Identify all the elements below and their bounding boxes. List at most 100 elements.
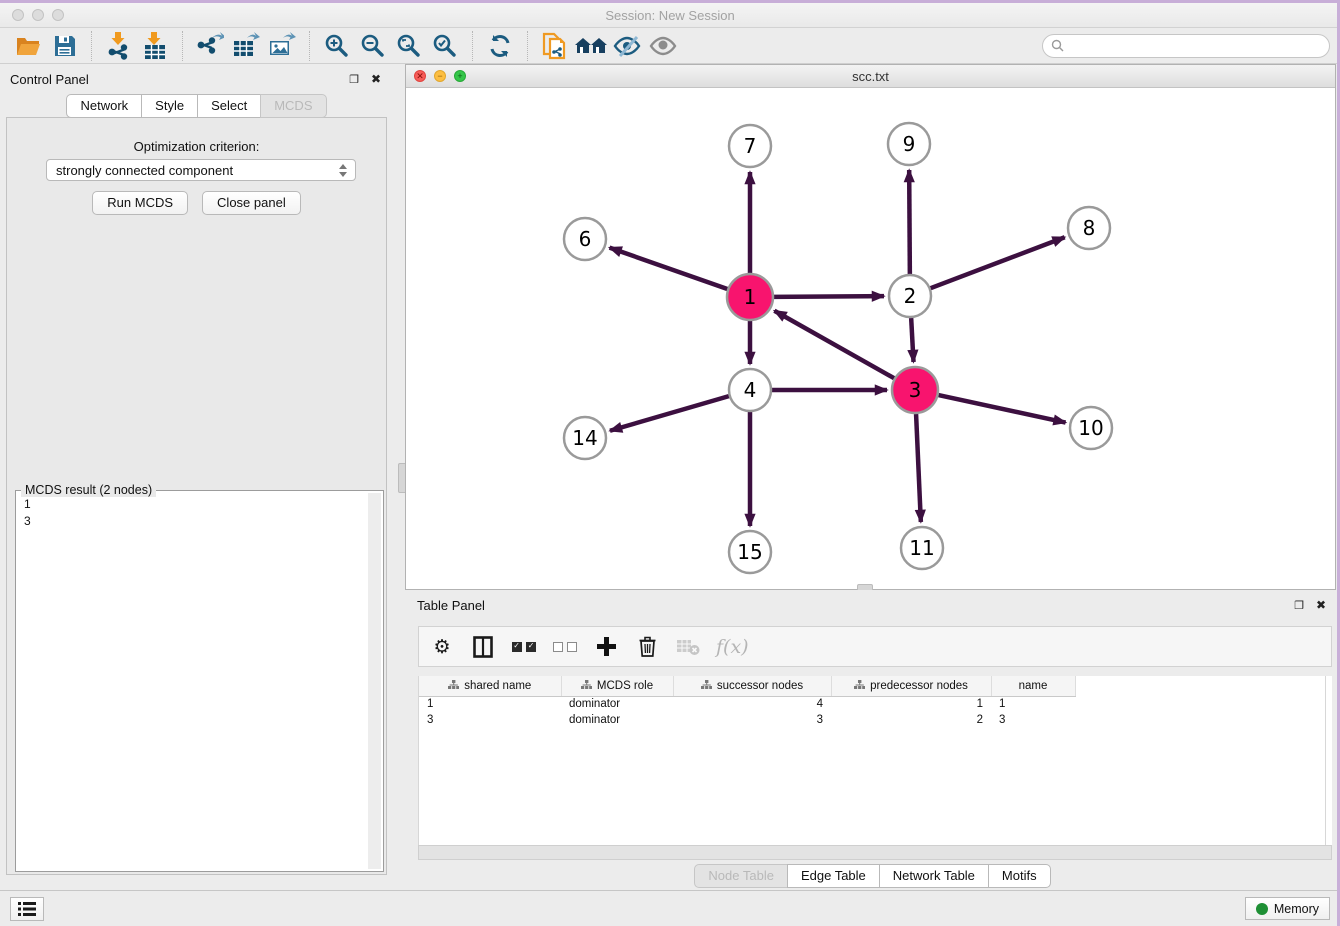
export-table-icon[interactable] xyxy=(228,30,264,62)
close-table-panel-icon[interactable]: ✖ xyxy=(1314,598,1328,612)
column-header-shared-name[interactable]: shared name xyxy=(419,676,561,696)
column-header-successor-nodes[interactable]: successor nodes xyxy=(673,676,831,696)
export-image-icon[interactable] xyxy=(264,30,300,62)
network-view-window: ✕ − + scc.txt 7 9 6 8 1 2 4 3 14 10 15 11 xyxy=(405,64,1336,590)
window-titlebar: Session: New Session xyxy=(0,3,1340,28)
zoom-fit-icon[interactable] xyxy=(391,30,427,62)
graph-node-9[interactable]: 9 xyxy=(888,123,930,165)
tab-motifs[interactable]: Motifs xyxy=(988,864,1051,888)
column-header-label: MCDS role xyxy=(597,680,653,692)
network-canvas[interactable]: 7 9 6 8 1 2 4 3 14 10 15 11 xyxy=(406,88,1335,589)
zoom-out-icon[interactable] xyxy=(355,30,391,62)
open-session-icon[interactable] xyxy=(10,30,46,62)
tab-mcds[interactable]: MCDS xyxy=(260,94,326,118)
delete-table-icon[interactable] xyxy=(675,632,701,662)
tab-style[interactable]: Style xyxy=(141,94,198,118)
table-cell: dominator xyxy=(561,712,673,728)
table-cell: 2 xyxy=(831,712,991,728)
network-graph[interactable]: 7 9 6 8 1 2 4 3 14 10 15 11 xyxy=(406,88,1335,589)
network-home-icon[interactable] xyxy=(573,30,609,62)
graph-node-label: 11 xyxy=(909,536,934,560)
mcds-result-line: 1 xyxy=(24,496,365,513)
status-bar: Memory xyxy=(0,890,1340,926)
graph-edge-2-8[interactable] xyxy=(931,237,1065,288)
run-mcds-button[interactable]: Run MCDS xyxy=(92,191,188,215)
result-scrollbar[interactable] xyxy=(368,493,381,869)
deselect-all-rows-icon[interactable] xyxy=(552,632,578,662)
graph-edge-2-9[interactable] xyxy=(909,170,910,274)
close-panel-button[interactable]: Close panel xyxy=(202,191,301,215)
float-table-panel-icon[interactable]: ❐ xyxy=(1292,599,1306,612)
tab-network[interactable]: Network xyxy=(66,94,142,118)
column-type-icon xyxy=(581,680,592,690)
graph-node-1[interactable]: 1 xyxy=(727,274,773,320)
table-cell: 1 xyxy=(419,696,561,712)
table-settings-icon[interactable]: ⚙ xyxy=(429,632,455,662)
control-panel: Control Panel ❐ ✖ NetworkStyleSelectMCDS… xyxy=(0,64,393,882)
save-session-icon[interactable] xyxy=(46,30,82,62)
tab-select[interactable]: Select xyxy=(197,94,261,118)
column-header-name[interactable]: name xyxy=(991,676,1075,696)
clone-network-icon[interactable] xyxy=(537,30,573,62)
column-selector-icon[interactable] xyxy=(470,632,496,662)
optimization-criterion-select[interactable]: strongly connected component xyxy=(46,159,356,181)
tab-edge-table[interactable]: Edge Table xyxy=(787,864,880,888)
graph-node-14[interactable]: 14 xyxy=(564,417,606,459)
float-panel-icon[interactable]: ❐ xyxy=(347,73,361,86)
task-history-button[interactable] xyxy=(10,897,44,921)
graph-edge-1-2[interactable] xyxy=(774,296,884,297)
graph-node-2[interactable]: 2 xyxy=(889,275,931,317)
column-type-icon xyxy=(701,680,712,690)
graph-edge-3-11[interactable] xyxy=(916,414,921,522)
search-box[interactable] xyxy=(1042,34,1330,58)
graph-node-11[interactable]: 11 xyxy=(901,527,943,569)
tab-network-table[interactable]: Network Table xyxy=(879,864,989,888)
column-header-predecessor-nodes[interactable]: predecessor nodes xyxy=(831,676,991,696)
graph-node-label: 9 xyxy=(903,132,916,156)
graph-edge-4-14[interactable] xyxy=(610,396,729,431)
function-builder-icon[interactable]: f(x) xyxy=(716,632,749,662)
select-stepper-icon xyxy=(339,164,349,177)
column-header-mcds-role[interactable]: MCDS role xyxy=(561,676,673,696)
select-all-rows-icon[interactable] xyxy=(511,632,537,662)
graph-node-8[interactable]: 8 xyxy=(1068,207,1110,249)
mcds-result-list[interactable]: 13 xyxy=(18,493,367,869)
table-row[interactable]: 1dominator411 xyxy=(419,696,1075,712)
search-input[interactable] xyxy=(1069,39,1321,53)
table-toolbar: ⚙ f(x) xyxy=(418,626,1332,667)
delete-columns-icon[interactable] xyxy=(634,632,660,662)
close-panel-icon[interactable]: ✖ xyxy=(369,72,383,86)
graph-edge-3-10[interactable] xyxy=(938,395,1065,422)
memory-status-icon xyxy=(1256,903,1268,915)
table-cell: 4 xyxy=(673,696,831,712)
graph-node-6[interactable]: 6 xyxy=(564,218,606,260)
table-horizontal-scrollbar[interactable] xyxy=(418,845,1332,860)
network-window-titlebar[interactable]: ✕ − + scc.txt xyxy=(406,65,1335,88)
graph-node-15[interactable]: 15 xyxy=(729,531,771,573)
graph-node-4[interactable]: 4 xyxy=(729,369,771,411)
hide-selected-icon[interactable] xyxy=(609,30,645,62)
tab-node-table[interactable]: Node Table xyxy=(694,864,788,888)
table-panel-tabs: Node TableEdge TableNetwork TableMotifs xyxy=(405,864,1340,888)
graph-edge-1-6[interactable] xyxy=(610,248,728,289)
graph-edge-3-1[interactable] xyxy=(774,311,894,378)
graph-node-7[interactable]: 7 xyxy=(729,125,771,167)
table-row[interactable]: 3dominator323 xyxy=(419,712,1075,728)
zoom-in-icon[interactable] xyxy=(319,30,355,62)
import-table-icon[interactable] xyxy=(137,30,173,62)
memory-button[interactable]: Memory xyxy=(1245,897,1330,920)
import-network-icon[interactable] xyxy=(101,30,137,62)
column-type-icon xyxy=(854,680,865,690)
table-vertical-scrollbar[interactable] xyxy=(1325,676,1332,845)
graph-edge-2-3[interactable] xyxy=(911,318,913,362)
table-panel-title: Table Panel xyxy=(417,598,485,613)
table-panel: Table Panel ❐ ✖ ⚙ f(x) shared name MCDS r… xyxy=(405,590,1340,888)
apply-layout-icon[interactable] xyxy=(482,30,518,62)
add-column-icon[interactable] xyxy=(593,632,619,662)
show-all-icon[interactable] xyxy=(645,30,681,62)
graph-node-10[interactable]: 10 xyxy=(1070,407,1112,449)
main-toolbar xyxy=(0,28,1340,64)
export-network-icon[interactable] xyxy=(192,30,228,62)
zoom-selected-icon[interactable] xyxy=(427,30,463,62)
graph-node-3[interactable]: 3 xyxy=(892,367,938,413)
